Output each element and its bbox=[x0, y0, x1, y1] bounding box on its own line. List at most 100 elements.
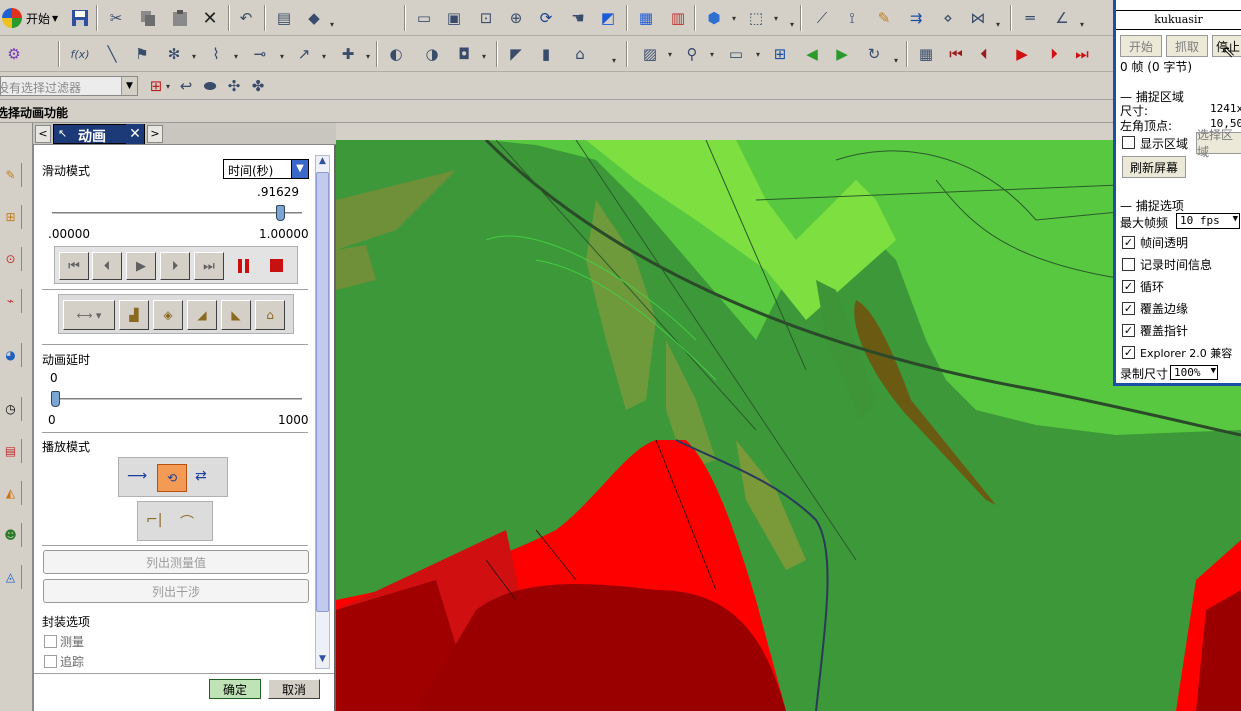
first-frame-icon[interactable]: ⏮ bbox=[944, 42, 968, 66]
spring-icon[interactable]: ⌇ bbox=[204, 42, 228, 66]
general-selection-icon[interactable]: ⊞ bbox=[144, 74, 168, 98]
web-browser-icon[interactable]: ◕ bbox=[0, 343, 22, 367]
chevron-down-icon[interactable]: ▼ bbox=[291, 160, 308, 178]
snap-icon[interactable]: ✤ bbox=[246, 74, 270, 98]
measure-distance-icon[interactable]: ═ bbox=[1018, 6, 1042, 30]
analysis-icon[interactable]: ✎ bbox=[872, 6, 896, 30]
chevron-down-icon[interactable]: ▾ bbox=[280, 52, 284, 61]
loop-checkbox[interactable]: ✓ bbox=[1122, 280, 1135, 293]
return-icon[interactable]: ↩ bbox=[174, 74, 198, 98]
cut-icon[interactable]: ✂ bbox=[104, 6, 128, 30]
link-icon[interactable]: ⋈ bbox=[966, 6, 990, 30]
nx-icon[interactable]: ⚙ bbox=[2, 42, 26, 66]
chevron-down-icon[interactable]: ▼ bbox=[1211, 366, 1216, 376]
chevron-down-icon[interactable]: ▾ bbox=[894, 56, 898, 65]
chevron-down-icon[interactable]: ▾ bbox=[732, 14, 736, 23]
selection-icon[interactable]: ◆ bbox=[302, 6, 326, 30]
explorer-compat-checkbox[interactable]: ✓ bbox=[1122, 346, 1135, 359]
chevron-down-icon[interactable]: ▾ bbox=[166, 82, 170, 91]
graphics-window[interactable] bbox=[336, 140, 1241, 711]
chevron-down-icon[interactable]: ▼ bbox=[121, 77, 137, 95]
slide-mode-select[interactable]: 时间(秒) ▼ bbox=[223, 159, 309, 179]
export-button[interactable]: ⌂ bbox=[255, 300, 285, 330]
measure-checkbox[interactable] bbox=[44, 635, 57, 648]
graph-icon[interactable]: ▭ bbox=[724, 42, 748, 66]
pause-icon[interactable] bbox=[235, 256, 255, 276]
play-icon[interactable]: ▶ bbox=[1010, 42, 1034, 66]
roles-icon[interactable]: ☻ bbox=[0, 523, 22, 547]
stop-on-event-button[interactable]: ◣ bbox=[221, 300, 251, 330]
chevron-down-icon[interactable]: ▾ bbox=[790, 20, 794, 29]
first-frame-button[interactable]: ⏮ bbox=[59, 252, 89, 280]
tab-next-button[interactable]: > bbox=[147, 125, 163, 143]
chevron-down-icon[interactable]: ▾ bbox=[756, 50, 760, 59]
chevron-down-icon[interactable]: ▾ bbox=[668, 50, 672, 59]
last-frame-icon[interactable]: ⏭ bbox=[1070, 42, 1094, 66]
history-icon[interactable]: ⌁ bbox=[0, 289, 22, 313]
motion-navigator-icon[interactable]: ⊙ bbox=[0, 247, 22, 271]
list-measurements-button[interactable]: 列出测量值 bbox=[43, 550, 309, 574]
frame-transparent-checkbox[interactable]: ✓ bbox=[1122, 236, 1135, 249]
trace-checkbox[interactable] bbox=[44, 655, 57, 668]
solver-icon[interactable]: ▨ bbox=[638, 42, 662, 66]
copy-icon[interactable] bbox=[136, 6, 160, 30]
load-icon[interactable]: ⌂ bbox=[568, 42, 592, 66]
spreadsheet-icon[interactable]: ⊞ bbox=[768, 42, 792, 66]
measure-tool-button[interactable]: ⟷ ▾ bbox=[63, 300, 115, 330]
stop-icon[interactable] bbox=[270, 259, 283, 272]
record-size-select[interactable]: 100% ▼ bbox=[1170, 365, 1218, 380]
next-frame-button[interactable]: ⏵ bbox=[160, 252, 190, 280]
delay-track[interactable] bbox=[52, 398, 302, 401]
palette-icon[interactable]: ◭ bbox=[0, 481, 22, 505]
chevron-down-icon[interactable]: ▾ bbox=[1080, 20, 1084, 29]
capture-grab-button[interactable]: 抓取 bbox=[1166, 35, 1208, 57]
chevron-down-icon[interactable]: ▾ bbox=[612, 56, 616, 65]
point-icon[interactable]: ✚ bbox=[336, 42, 360, 66]
chevron-down-icon[interactable]: ▾ bbox=[234, 52, 238, 61]
chevron-down-icon[interactable]: ▾ bbox=[322, 52, 326, 61]
view-orientation-icon[interactable]: ⬚ bbox=[744, 6, 768, 30]
constraint-icon[interactable]: ◑ bbox=[420, 42, 444, 66]
refresh-icon[interactable]: ↻ bbox=[862, 42, 886, 66]
chevron-down-icon[interactable]: ▾ bbox=[710, 50, 714, 59]
trace-mode-a-icon[interactable]: ⌐| bbox=[146, 512, 162, 528]
last-frame-button[interactable]: ⏭ bbox=[194, 252, 224, 280]
reuse-library-icon[interactable]: ▤ bbox=[0, 439, 22, 463]
list-interference-button[interactable]: 列出干涉 bbox=[43, 579, 309, 603]
delay-thumb[interactable] bbox=[51, 391, 60, 407]
chevron-down-icon[interactable]: ▾ bbox=[192, 52, 196, 61]
dialog-scrollbar[interactable]: ▲ ▼ bbox=[315, 155, 330, 669]
system-scene-icon[interactable]: ◬ bbox=[0, 565, 22, 589]
max-fps-select[interactable]: 10 fps ▼ bbox=[1176, 213, 1240, 229]
clock-icon[interactable]: ◷ bbox=[0, 397, 22, 421]
gear-icon[interactable]: ✻ bbox=[162, 42, 186, 66]
assembly-icon[interactable]: ▦ bbox=[634, 6, 658, 30]
arrow-left-icon[interactable]: ◀ bbox=[800, 42, 824, 66]
ok-button[interactable]: 确定 bbox=[209, 679, 261, 699]
previous-frame-button[interactable]: ⏴ bbox=[92, 252, 122, 280]
loop-icon[interactable]: ⟲ bbox=[157, 464, 187, 492]
zoom-icon[interactable]: ⊕ bbox=[504, 6, 528, 30]
capture-start-button[interactable]: 开始 bbox=[1120, 35, 1162, 57]
play-once-icon[interactable]: ⟶ bbox=[127, 468, 147, 484]
slide-track[interactable] bbox=[52, 212, 302, 215]
component-icon[interactable]: ✣ bbox=[222, 74, 246, 98]
next-frame-icon[interactable]: ⏵ bbox=[1042, 42, 1066, 66]
chevron-down-icon[interactable]: ▾ bbox=[774, 14, 778, 23]
arrow-right-icon[interactable]: ▶ bbox=[830, 42, 854, 66]
cover-edge-checkbox[interactable]: ✓ bbox=[1122, 302, 1135, 315]
marker-icon[interactable]: ⊸ bbox=[248, 42, 272, 66]
trace-mode-b-icon[interactable]: ⌒ bbox=[180, 512, 194, 532]
chevron-down-icon[interactable]: ▾ bbox=[996, 20, 1000, 29]
save-icon[interactable] bbox=[68, 6, 92, 30]
expression-icon[interactable]: f(x) bbox=[68, 42, 92, 66]
chevron-down-icon[interactable]: ▾ bbox=[330, 20, 334, 29]
slide-thumb[interactable] bbox=[276, 205, 286, 221]
start-menu-button[interactable]: 开始 ▼ bbox=[2, 6, 64, 30]
previous-frame-icon[interactable]: ⏴ bbox=[972, 42, 996, 66]
tab-prev-button[interactable]: < bbox=[35, 125, 51, 143]
pan-icon[interactable]: ☚ bbox=[566, 6, 590, 30]
scroll-down-icon[interactable]: ▼ bbox=[316, 654, 329, 668]
zoom-area-icon[interactable]: ⊡ bbox=[474, 6, 498, 30]
interference-tool-button[interactable]: ◈ bbox=[153, 300, 183, 330]
